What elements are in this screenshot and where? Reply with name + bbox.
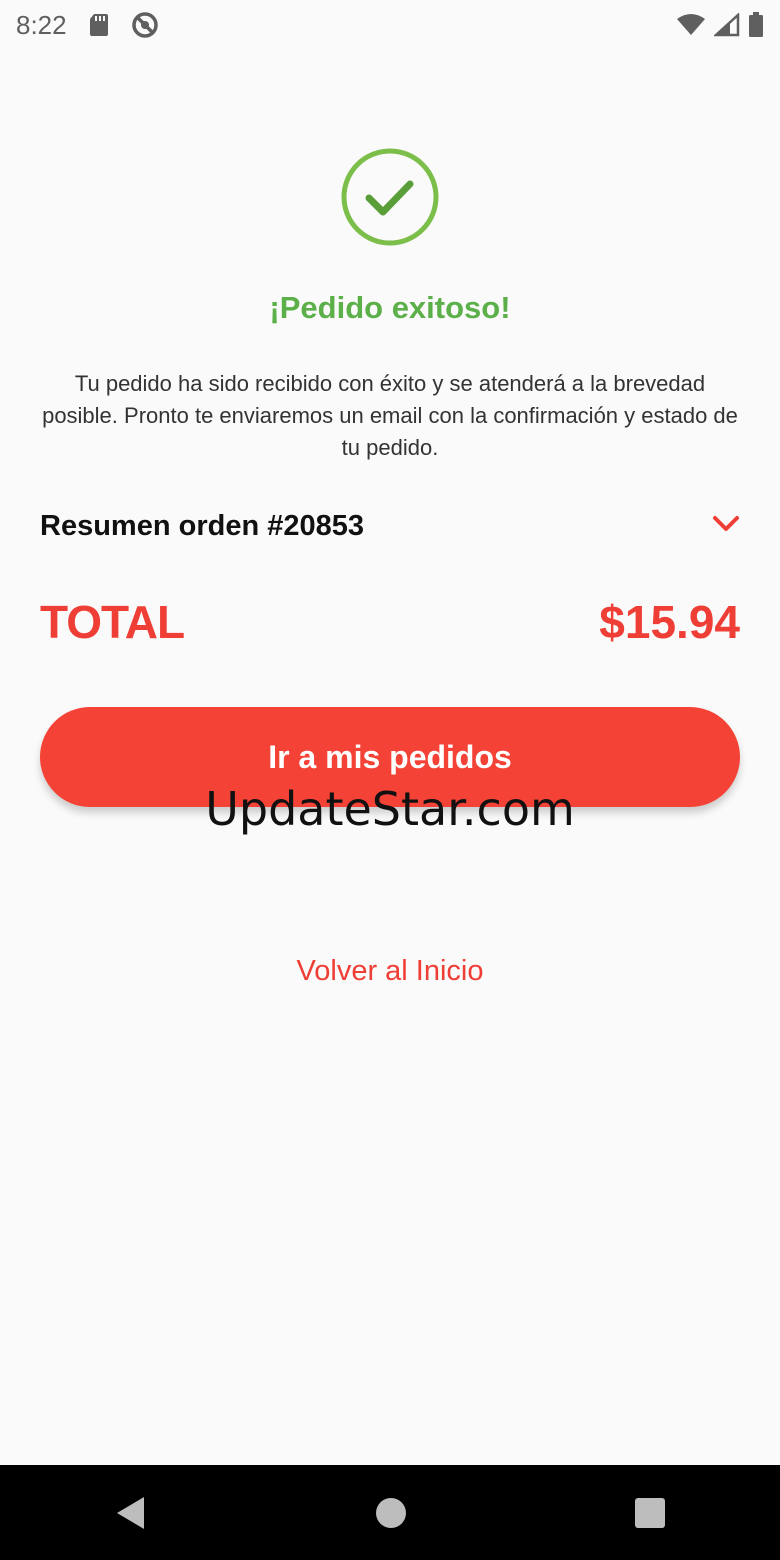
order-summary-label: Resumen orden #20853 [40, 509, 364, 542]
status-bar: 8:22 [0, 0, 780, 50]
status-right [676, 12, 764, 38]
sd-card-icon [89, 13, 109, 37]
check-circle-icon [340, 147, 440, 247]
chevron-down-icon[interactable] [712, 515, 740, 538]
home-icon[interactable] [375, 1497, 407, 1529]
recents-icon[interactable] [634, 1497, 666, 1529]
go-to-orders-button[interactable]: Ir a mis pedidos [40, 707, 740, 807]
wifi-icon [676, 13, 706, 37]
total-label: TOTAL [40, 596, 185, 648]
battery-icon [748, 12, 764, 38]
navigation-bar [0, 1465, 780, 1560]
do-not-disturb-icon [131, 11, 159, 39]
order-summary-toggle[interactable]: Resumen orden #20853 [40, 506, 740, 546]
status-left: 8:22 [16, 10, 159, 41]
success-title: ¡Pedido exitoso! [269, 290, 511, 325]
back-to-home-link[interactable]: Volver al Inicio [0, 955, 780, 988]
total-row: TOTAL $15.94 [40, 592, 740, 652]
total-value: $15.94 [599, 596, 740, 648]
status-time: 8:22 [16, 9, 67, 40]
back-icon[interactable] [114, 1495, 148, 1531]
success-message: Tu pedido ha sido recibido con éxito y s… [42, 371, 738, 460]
signal-icon [714, 13, 740, 37]
